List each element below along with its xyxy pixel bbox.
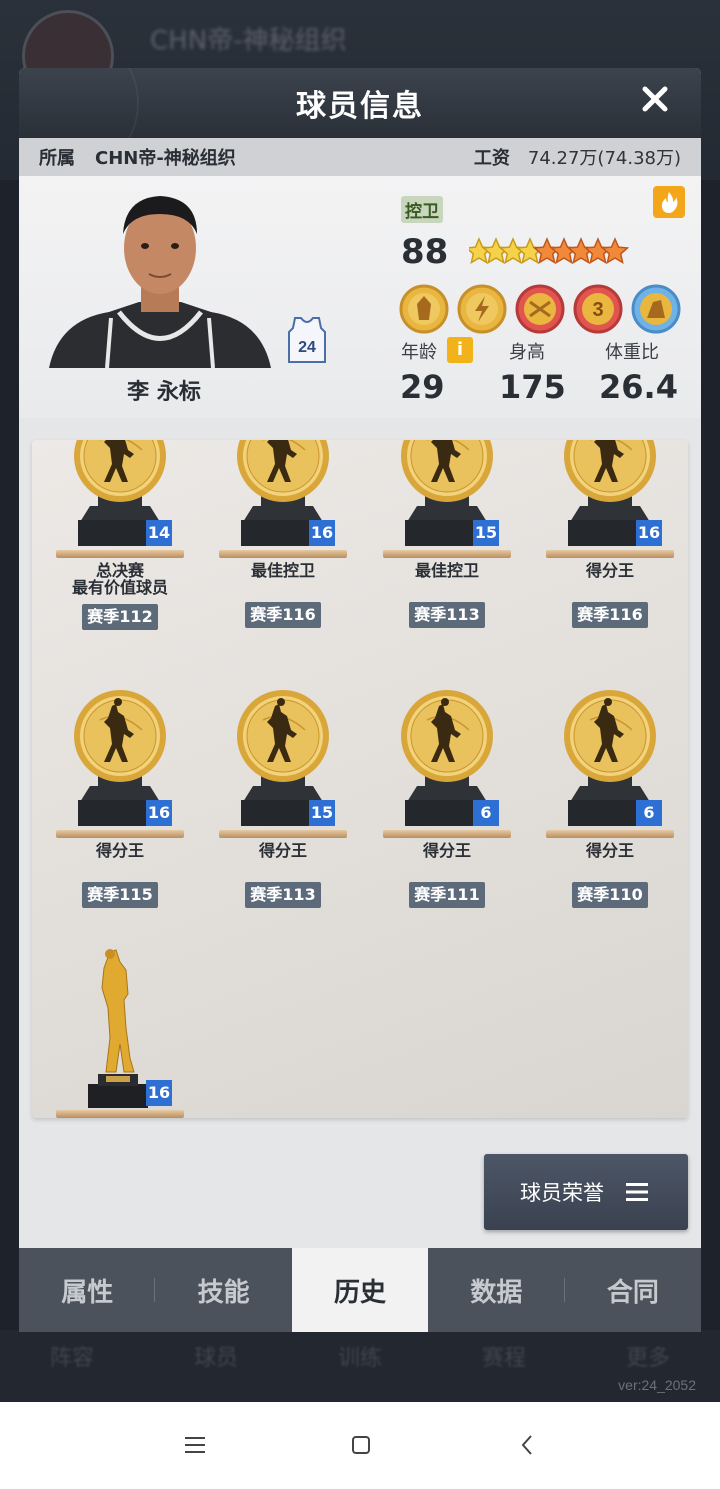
tab-stats[interactable]: 数据: [428, 1248, 566, 1332]
trophy-shelf: [219, 830, 347, 838]
trophy-count-badge: 6: [473, 800, 499, 826]
rebound-skill-icon: [631, 284, 681, 334]
player-portrait: [49, 196, 271, 368]
age-label: 年龄: [401, 342, 437, 363]
close-icon: [642, 86, 668, 112]
background-tab: 训练: [337, 1346, 382, 1371]
trophy-item[interactable]: 16 得分王 赛季115: [50, 540, 190, 908]
position-tag: 控卫: [401, 196, 443, 223]
version-label: ver:24_2052: [618, 1377, 696, 1393]
modal-header: 球员信息: [19, 68, 701, 178]
age-value: 29: [400, 368, 445, 406]
trophy-shelf: [546, 830, 674, 838]
weight-value: 26.4: [599, 368, 678, 406]
background-tabs: 阵容 球员 训练 赛程 更多: [0, 1340, 720, 1372]
team-name: CHN帝-神秘组织: [95, 148, 236, 169]
star-icon: [600, 237, 629, 265]
trophy-item[interactable]: 14 总决赛 最有价值球员 赛季112: [50, 440, 190, 630]
star-rating: [469, 237, 629, 265]
trophy-season-badge: 赛季110: [572, 882, 648, 908]
trophy-season-badge: 赛季111: [409, 882, 485, 908]
fire-badge[interactable]: [653, 186, 685, 218]
fire-icon: [661, 192, 678, 213]
trophy-item[interactable]: 6 得分王 赛季111: [377, 540, 517, 908]
player-honor-button[interactable]: 球员荣誉: [484, 1154, 688, 1230]
trophy-count-badge: 15: [309, 800, 335, 826]
trophy-item[interactable]: 16 最佳第六人 赛季117: [50, 820, 190, 1118]
player-panel: 李 永标 24 控卫 88 3 年龄 i 身高 体重比 29 175 26.4: [19, 176, 701, 418]
tab-bar: 属性 技能 历史 数据 合同: [19, 1248, 701, 1332]
background-tab: 赛程: [481, 1346, 526, 1371]
background-tab: 阵容: [49, 1346, 94, 1371]
team-salary-bar: 所属 CHN帝-神秘组织 工资 74.27万(74.38万): [19, 138, 701, 176]
home-nav-icon[interactable]: [346, 1430, 376, 1460]
jersey-number: 24: [298, 339, 316, 356]
menu-icon: [626, 1183, 648, 1201]
tab-skills[interactable]: 技能: [155, 1248, 291, 1332]
trophy-season-badge: 赛季113: [245, 882, 321, 908]
menu-nav-icon[interactable]: [180, 1430, 210, 1460]
lightning-skill-icon: [457, 284, 507, 334]
trophy-count-badge: 6: [636, 800, 662, 826]
player-name: 李 永标: [127, 380, 201, 405]
height-value: 175: [499, 368, 566, 406]
trophy-shelf: [56, 1110, 184, 1118]
trophy-count-badge: 16: [146, 1080, 172, 1106]
salary-label: 工资: [473, 148, 510, 169]
player-info-modal: 球员信息 所属 CHN帝-神秘组织 工资 74.27万(74.38万) 李 永标…: [19, 68, 701, 1332]
tab-history[interactable]: 历史: [291, 1248, 429, 1332]
tab-attributes[interactable]: 属性: [19, 1248, 156, 1332]
three-point-skill-icon: 3: [573, 284, 623, 334]
ball-skill-icon: [515, 284, 565, 334]
trophy-name: 得分王: [585, 841, 634, 860]
team-label: 所属: [39, 148, 75, 169]
height-label: 身高: [509, 342, 545, 363]
svg-text:3: 3: [592, 299, 603, 321]
trophy-name: 得分王: [422, 841, 471, 860]
salary-value: 74.27万(74.38万): [527, 148, 681, 169]
trophy-cabinet: 14 总决赛 最有价值球员 赛季112 16 最佳控卫 赛季116 15 最佳控…: [32, 440, 688, 1118]
background-tab: 球员: [193, 1346, 238, 1371]
info-icon: i: [456, 339, 464, 360]
tab-contract[interactable]: 合同: [565, 1248, 701, 1332]
modal-title: 球员信息: [296, 89, 424, 124]
defender-skill-icon: [399, 284, 449, 334]
jersey-icon: 24: [288, 317, 326, 363]
trophy-shelf: [383, 830, 511, 838]
trophy-item[interactable]: 16 得分王 赛季116: [540, 440, 680, 628]
system-nav-bar: [0, 1402, 720, 1489]
back-nav-icon[interactable]: [512, 1430, 542, 1460]
trophy-item[interactable]: 6 得分王 赛季110: [540, 540, 680, 908]
weight-label: 体重比: [605, 342, 659, 363]
background-tab: 更多: [625, 1346, 670, 1371]
background-title: CHN帝-神秘组织: [150, 26, 347, 56]
close-button[interactable]: [637, 84, 673, 120]
player-honor-label: 球员荣誉: [520, 1181, 604, 1205]
skill-icons: 3: [399, 284, 681, 334]
age-info-button[interactable]: i: [447, 337, 473, 363]
trophy-item[interactable]: 16 最佳控卫 赛季116: [213, 440, 353, 628]
trophy-name: 得分王: [258, 841, 307, 860]
trophy-item[interactable]: 15 得分王 赛季113: [213, 540, 353, 908]
trophy-item[interactable]: 15 最佳控卫 赛季113: [377, 440, 517, 628]
overall-rating: 88: [401, 232, 449, 272]
